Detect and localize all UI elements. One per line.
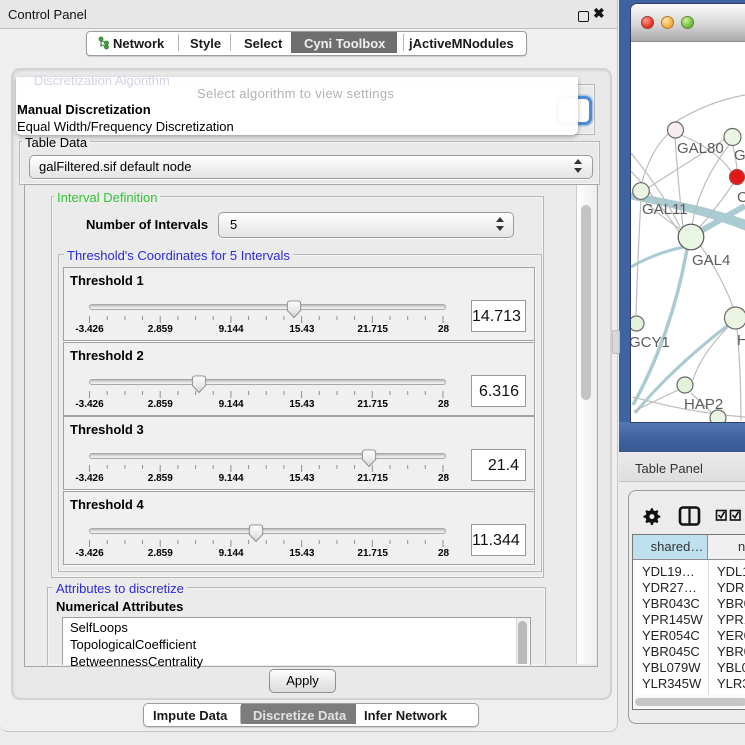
svg-text:GAL11: GAL11 [642,201,688,218]
svg-text:GAL80: GAL80 [677,140,724,157]
svg-text:C: C [737,189,745,206]
svg-text:H: H [737,332,745,349]
svg-text:GA: GA [734,147,745,164]
svg-text:GAL4: GAL4 [692,252,730,269]
svg-text:HAP2: HAP2 [684,396,723,413]
svg-text:GCY1: GCY1 [631,334,670,351]
